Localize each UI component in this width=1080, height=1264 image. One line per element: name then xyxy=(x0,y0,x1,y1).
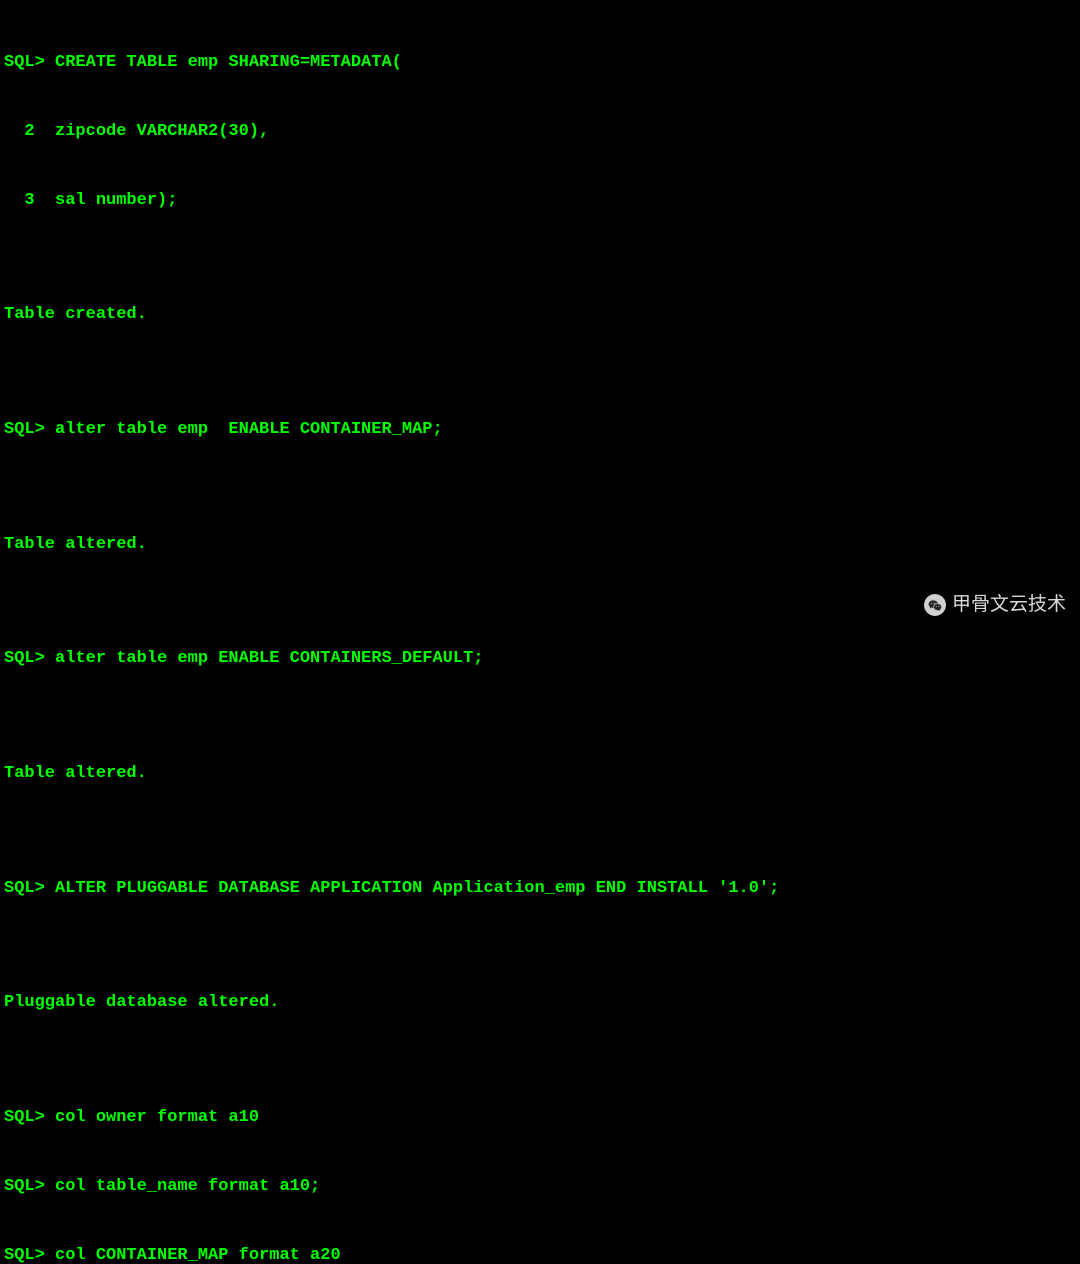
terminal-line: Pluggable database altered. xyxy=(4,992,1076,1015)
terminal-line: SQL> CREATE TABLE emp SHARING=METADATA( xyxy=(4,52,1076,75)
watermark-text: 甲骨文云技术 xyxy=(952,592,1066,618)
terminal-line: SQL> col table_name format a10; xyxy=(4,1176,1076,1199)
terminal-line: Table created. xyxy=(4,304,1076,327)
terminal-line: Table altered. xyxy=(4,534,1076,557)
terminal-output[interactable]: SQL> CREATE TABLE emp SHARING=METADATA( … xyxy=(4,6,1076,1264)
terminal-line: SQL> alter table emp ENABLE CONTAINERS_D… xyxy=(4,648,1076,671)
watermark: 甲骨文云技术 xyxy=(924,592,1066,618)
terminal-line: SQL> col owner format a10 xyxy=(4,1107,1076,1130)
terminal-line: SQL> ALTER PLUGGABLE DATABASE APPLICATIO… xyxy=(4,878,1076,901)
terminal-line: SQL> col CONTAINER_MAP format a20 xyxy=(4,1245,1076,1264)
terminal-line: 3 sal number); xyxy=(4,190,1076,213)
wechat-icon xyxy=(924,594,946,616)
terminal-line: 2 zipcode VARCHAR2(30), xyxy=(4,121,1076,144)
terminal-line: Table altered. xyxy=(4,763,1076,786)
terminal-line: SQL> alter table emp ENABLE CONTAINER_MA… xyxy=(4,419,1076,442)
